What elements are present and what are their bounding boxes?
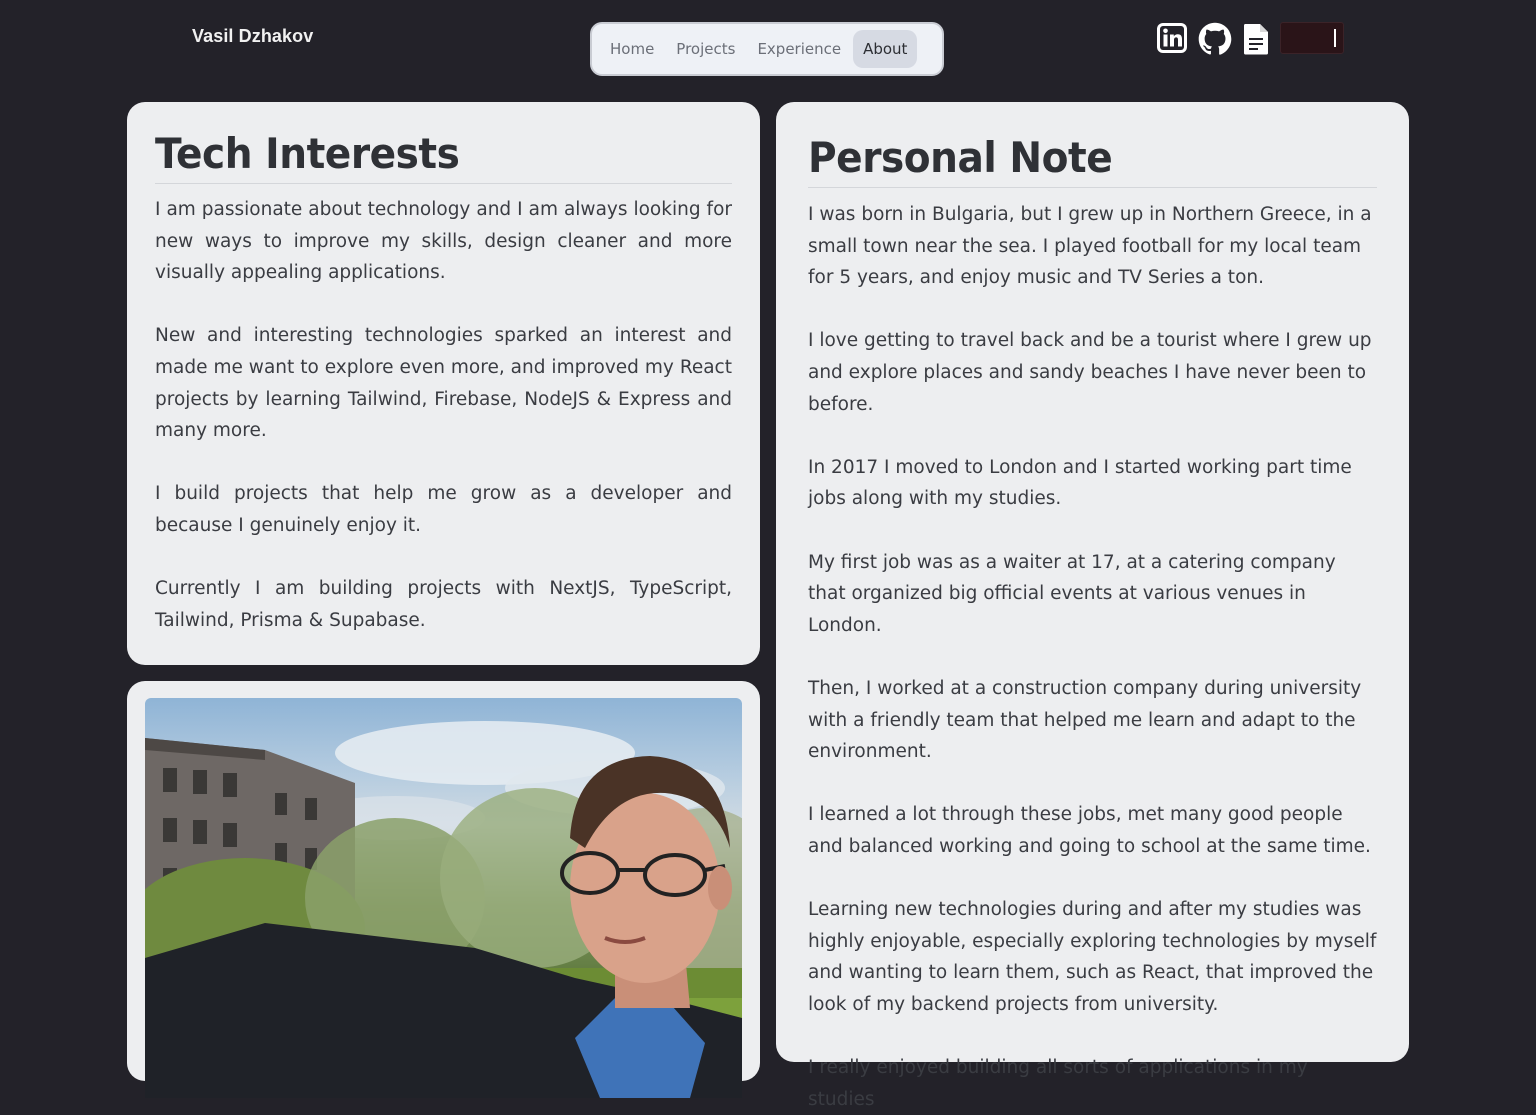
resume-document-icon[interactable] [1240, 22, 1272, 55]
personal-note-card: Personal Note I was born in Bulgaria, bu… [776, 102, 1409, 1110]
note-paragraph: My first job was as a waiter at 17, at a… [808, 551, 1336, 636]
github-icon[interactable] [1198, 22, 1232, 55]
note-paragraph: In 2017 I moved to London and I started … [808, 456, 1352, 510]
note-paragraph: Then, I worked at a construction company… [808, 677, 1362, 763]
linkedin-icon[interactable] [1156, 22, 1188, 54]
note-paragraph: I learned a lot through these jobs, met … [808, 804, 1371, 857]
tech-paragraph: I am passionate about technology and I a… [155, 199, 732, 284]
personal-note-title: Personal Note [808, 133, 1113, 182]
nav-experience[interactable]: Experience [747, 30, 851, 68]
note-paragraph: Learning new technologies during and aft… [808, 899, 1377, 1015]
tech-paragraph: I build projects that help me grow as a … [155, 483, 732, 536]
note-paragraph: I love getting to travel back and be a t… [808, 330, 1372, 415]
site-title[interactable]: Vasil Dzhakov [192, 26, 313, 47]
nav-projects[interactable]: Projects [666, 30, 745, 68]
nav-home[interactable]: Home [600, 30, 664, 68]
note-paragraph: I was born in Bulgaria, but I grew up in… [808, 204, 1372, 289]
toggle-knob [1334, 29, 1336, 47]
tech-paragraph: New and interesting technologies sparked… [155, 325, 732, 442]
photo-card [127, 681, 760, 1098]
tech-paragraph: Currently I am building projects with Ne… [155, 578, 732, 631]
theme-toggle[interactable] [1280, 22, 1344, 54]
tech-interests-title: Tech Interests [155, 129, 460, 178]
portrait-photo [145, 698, 742, 1098]
nav-about[interactable]: About [853, 30, 918, 68]
note-paragraph: I really enjoyed building all sorts of a… [808, 1057, 1308, 1110]
tech-interests-card: Tech Interests I am passionate about tec… [127, 102, 760, 665]
main-nav: Home Projects Experience About [590, 22, 944, 76]
social-links [1156, 21, 1344, 55]
